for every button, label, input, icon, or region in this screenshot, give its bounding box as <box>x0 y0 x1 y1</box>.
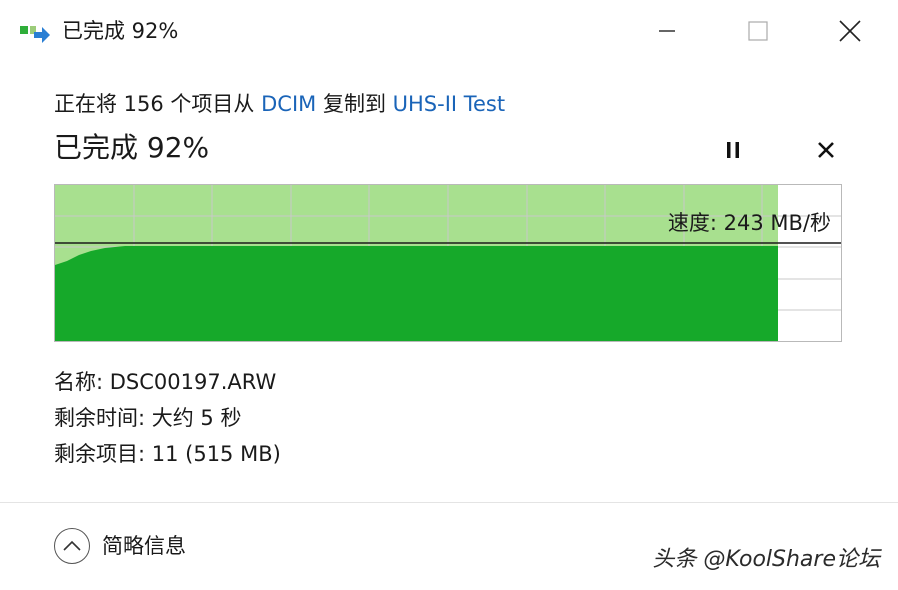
cancel-button[interactable] <box>808 134 844 166</box>
window-title: 已完成 92% <box>62 19 179 43</box>
speed-graph: 速度: 243 MB/秒 <box>54 184 842 342</box>
transfer-details: 名称: DSC00197.ARW 剩余时间: 大约 5 秒 剩余项目: 11 (… <box>54 364 281 472</box>
pause-button[interactable] <box>716 134 750 166</box>
toggle-circle <box>54 528 90 564</box>
close-button[interactable] <box>815 6 885 56</box>
watermark: 头条 @KoolShare论坛 <box>652 547 880 572</box>
cancel-icon <box>818 142 834 158</box>
copy-description: 正在将 156 个项目从 DCIM 复制到 UHS-II Test <box>54 88 505 120</box>
graph-speed-fill <box>55 246 778 341</box>
title-bar: 已完成 92% <box>0 0 898 64</box>
copy-app-icon <box>20 26 50 43</box>
speed-label: 速度: 243 MB/秒 <box>667 211 831 235</box>
close-icon <box>839 20 861 42</box>
destination-link[interactable]: UHS-II Test <box>393 92 506 116</box>
items-remaining: 剩余项目: 11 (515 MB) <box>54 442 281 466</box>
time-remaining: 剩余时间: 大约 5 秒 <box>54 406 242 430</box>
minimize-icon <box>659 30 675 32</box>
chevron-up-icon <box>63 540 81 551</box>
footer-divider <box>0 502 898 503</box>
fewer-details-label: 简略信息 <box>102 534 186 558</box>
maximize-button[interactable] <box>723 6 793 56</box>
maximize-icon <box>748 21 768 41</box>
source-folder-link[interactable]: DCIM <box>261 92 316 116</box>
minimize-button[interactable] <box>632 6 702 56</box>
progress-title: 已完成 92% <box>54 131 210 164</box>
copy-middle: 复制到 <box>316 92 393 116</box>
fewer-details-toggle[interactable]: 简略信息 <box>54 526 186 566</box>
copy-prefix: 正在将 156 个项目从 <box>54 92 262 116</box>
file-name: 名称: DSC00197.ARW <box>54 370 277 394</box>
pause-icon <box>727 142 739 158</box>
